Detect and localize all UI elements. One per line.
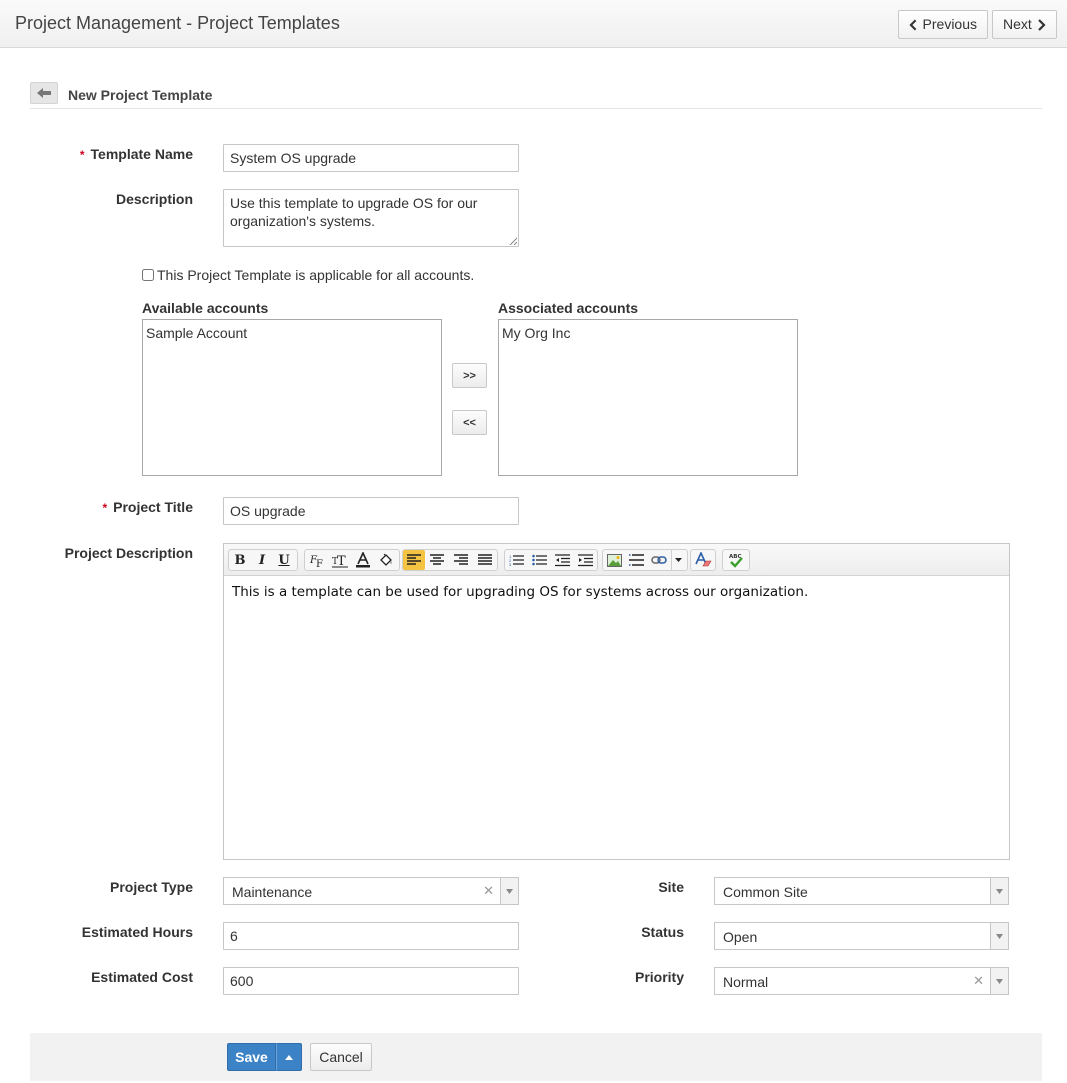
- next-button[interactable]: Next: [992, 10, 1057, 39]
- required-icon: *: [102, 501, 108, 515]
- estimated-hours-label: Estimated Hours: [81, 924, 193, 940]
- template-name-input[interactable]: [223, 144, 519, 172]
- associated-accounts-list[interactable]: My Org Inc: [498, 319, 798, 476]
- project-type-select[interactable]: Maintenance ✕: [223, 877, 519, 905]
- all-accounts-checkbox[interactable]: [142, 269, 154, 281]
- arrow-left-icon: [37, 88, 51, 98]
- format-group: B I U: [228, 549, 298, 571]
- insert-group: [602, 549, 688, 571]
- list-item[interactable]: Sample Account: [145, 324, 439, 342]
- spellcheck-group: ABC: [722, 549, 750, 571]
- link-icon[interactable]: [647, 550, 671, 570]
- link-dropdown-icon[interactable]: [671, 550, 685, 570]
- description-textarea[interactable]: Use this template to upgrade OS for our …: [223, 189, 519, 247]
- priority-select[interactable]: Normal ✕: [714, 967, 1009, 995]
- all-accounts-label: This Project Template is applicable for …: [157, 267, 475, 283]
- image-icon[interactable]: [603, 550, 625, 570]
- back-button[interactable]: [30, 82, 58, 104]
- dropdown-arrow-icon[interactable]: [990, 968, 1008, 994]
- page-title: Project Management - Project Templates: [15, 13, 340, 33]
- site-select[interactable]: Common Site: [714, 877, 1009, 905]
- previous-button-label: Previous: [922, 16, 977, 32]
- cancel-button[interactable]: Cancel: [310, 1043, 372, 1071]
- font-color-icon[interactable]: [351, 550, 374, 570]
- required-icon: *: [79, 148, 85, 162]
- italic-button[interactable]: I: [251, 550, 273, 570]
- outdent-icon[interactable]: [551, 550, 574, 570]
- editor-content[interactable]: This is a template can be used for upgra…: [224, 576, 1009, 608]
- font-size-icon[interactable]: TT: [328, 550, 351, 570]
- list-group: 123: [504, 549, 598, 571]
- priority-value: Normal: [723, 974, 769, 990]
- estimated-cost-label: Estimated Cost: [91, 969, 193, 985]
- clear-formatting-icon[interactable]: [691, 550, 715, 570]
- align-center-icon[interactable]: [425, 550, 449, 570]
- background-color-icon[interactable]: [374, 550, 397, 570]
- clear-format-group: [690, 549, 716, 571]
- align-justify-icon[interactable]: [473, 550, 497, 570]
- horizontal-rule-icon[interactable]: [625, 550, 647, 570]
- project-type-value: Maintenance: [232, 884, 313, 900]
- chevron-right-icon: [1038, 18, 1046, 31]
- list-item[interactable]: My Org Inc: [501, 324, 795, 342]
- status-value: Open: [723, 929, 758, 945]
- previous-button[interactable]: Previous: [898, 10, 988, 39]
- spellcheck-icon[interactable]: ABC: [723, 550, 749, 570]
- site-label: Site: [658, 879, 684, 895]
- font-family-icon[interactable]: FF: [305, 550, 328, 570]
- estimated-hours-input[interactable]: [223, 922, 519, 950]
- bold-button[interactable]: B: [229, 550, 251, 570]
- all-accounts-checkbox-row[interactable]: This Project Template is applicable for …: [142, 267, 474, 283]
- save-options-button[interactable]: [276, 1043, 302, 1071]
- underline-button[interactable]: U: [273, 550, 295, 570]
- form-footer: Save Cancel: [30, 1033, 1042, 1081]
- estimated-cost-input[interactable]: [223, 967, 519, 995]
- indent-icon[interactable]: [574, 550, 597, 570]
- template-name-label: * Template Name: [79, 146, 193, 162]
- font-group: FF TT: [304, 549, 400, 571]
- svg-text:T: T: [337, 554, 346, 568]
- svg-text:F: F: [316, 559, 323, 568]
- move-right-button[interactable]: >>: [452, 363, 487, 388]
- clear-icon[interactable]: ✕: [483, 883, 494, 899]
- dropdown-arrow-icon[interactable]: [990, 923, 1008, 949]
- project-title-label: * Project Title: [102, 499, 193, 515]
- section-title: New Project Template: [68, 87, 213, 103]
- align-left-icon[interactable]: [403, 550, 425, 570]
- align-right-icon[interactable]: [449, 550, 473, 570]
- associated-accounts-label: Associated accounts: [498, 300, 639, 316]
- caret-up-icon: [285, 1054, 293, 1060]
- project-description-label: Project Description: [64, 545, 193, 561]
- chevron-left-icon: [909, 19, 917, 30]
- rich-text-editor: B I U FF TT 1 2 3 ABC This is a template…: [223, 543, 1010, 860]
- svg-text:3: 3: [509, 562, 512, 567]
- unordered-list-icon[interactable]: [528, 550, 551, 570]
- status-label: Status: [641, 924, 684, 940]
- top-bar: Project Management - Project Templates P…: [0, 0, 1067, 48]
- alignment-group: [402, 549, 498, 571]
- status-select[interactable]: Open: [714, 922, 1009, 950]
- dropdown-arrow-icon[interactable]: [990, 878, 1008, 904]
- project-type-label: Project Type: [110, 879, 193, 895]
- available-accounts-list[interactable]: Sample Account: [142, 319, 442, 476]
- description-wrapper: Use this template to upgrade OS for our …: [223, 189, 519, 247]
- editor-toolbar: B I U FF TT 1 2 3 ABC: [224, 544, 1009, 576]
- move-left-button[interactable]: <<: [452, 410, 487, 435]
- priority-label: Priority: [634, 969, 684, 985]
- next-button-label: Next: [1003, 16, 1032, 32]
- project-title-input[interactable]: [223, 497, 519, 525]
- available-accounts-label: Available accounts: [142, 300, 269, 316]
- description-label: Description: [115, 191, 193, 207]
- clear-icon[interactable]: ✕: [973, 973, 984, 989]
- dropdown-arrow-icon[interactable]: [500, 878, 518, 904]
- save-button[interactable]: Save: [227, 1043, 276, 1071]
- ordered-list-icon[interactable]: 123: [505, 550, 528, 570]
- site-value: Common Site: [723, 884, 808, 900]
- section-header: New Project Template: [30, 80, 1042, 109]
